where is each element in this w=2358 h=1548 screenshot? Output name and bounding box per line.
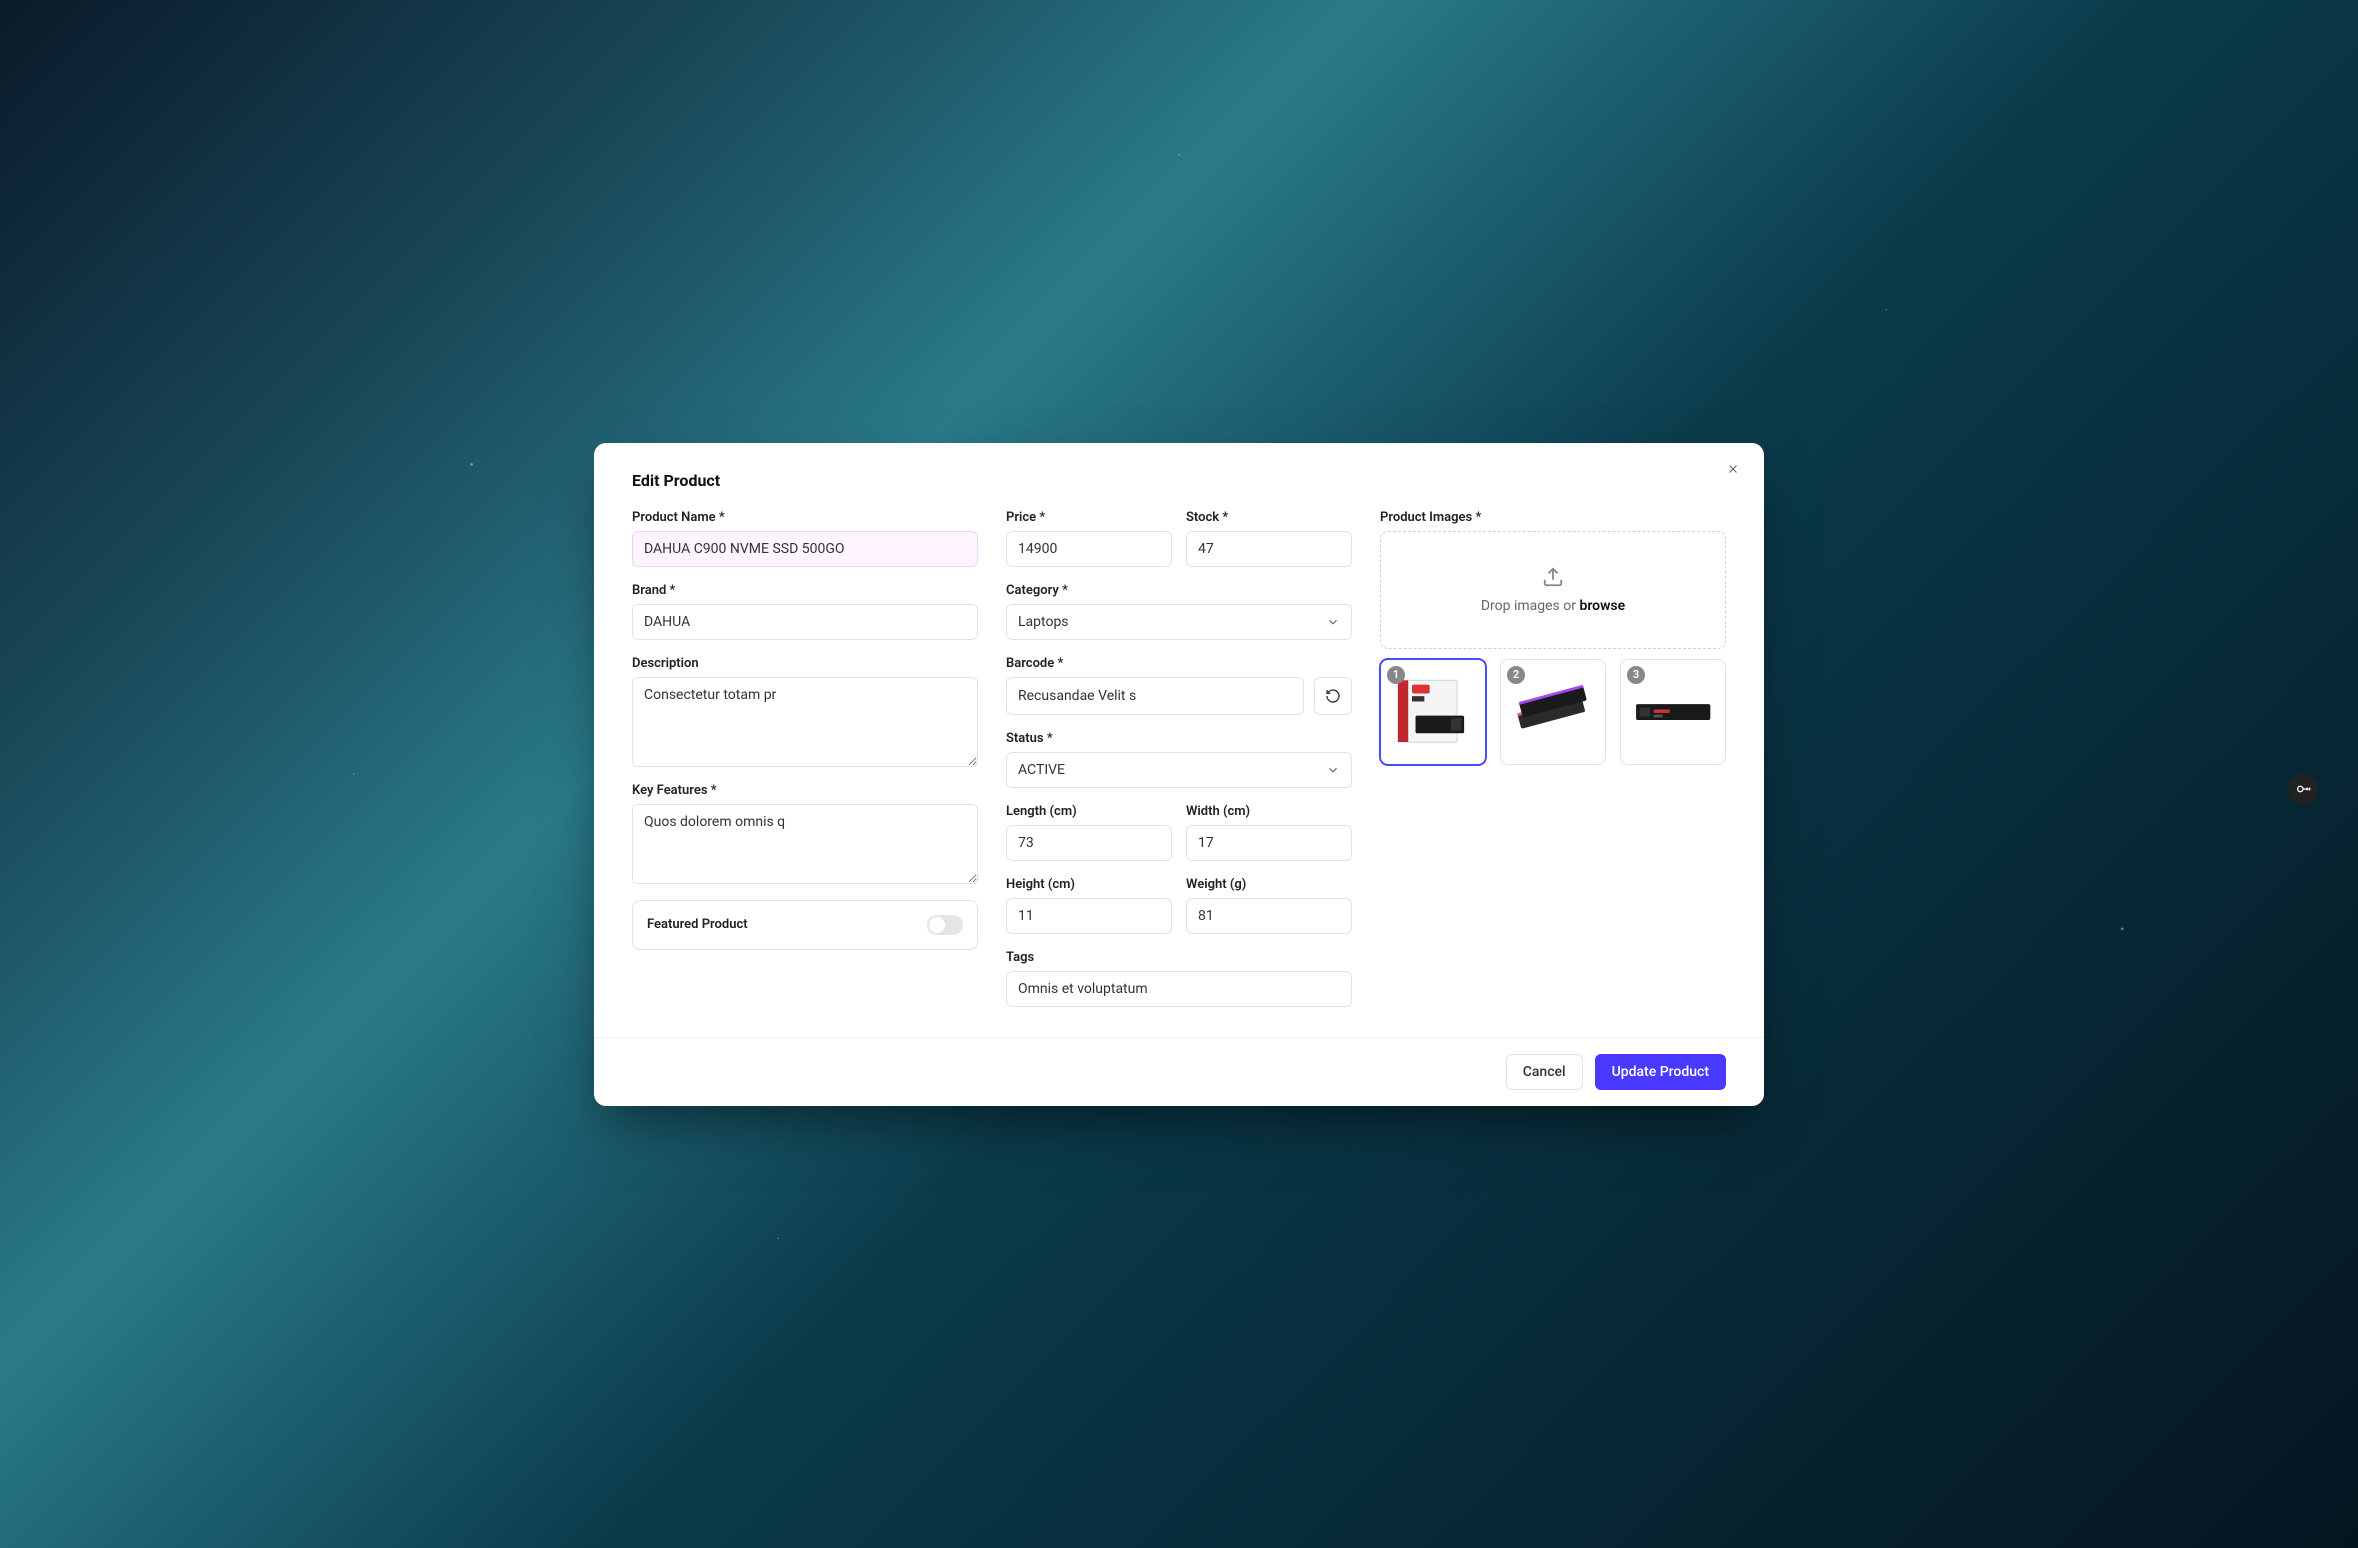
key-features-label: Key Features *: [632, 783, 978, 798]
length-label: Length (cm): [1006, 804, 1172, 819]
tags-input[interactable]: [1006, 971, 1352, 1007]
modal-header: Edit Product: [594, 443, 1764, 490]
key-icon: [2295, 781, 2311, 797]
weight-input[interactable]: [1186, 898, 1352, 934]
weight-label: Weight (g): [1186, 877, 1352, 892]
product-name-input[interactable]: [632, 531, 978, 567]
thumb-badge: 1: [1387, 666, 1405, 684]
page-title: Edit Product: [632, 471, 720, 490]
featured-toggle-card: Featured Product: [632, 900, 978, 950]
barcode-input[interactable]: [1006, 677, 1304, 715]
price-input[interactable]: [1006, 531, 1172, 567]
image-thumb[interactable]: 1: [1380, 659, 1486, 765]
image-thumb[interactable]: 3: [1620, 659, 1726, 765]
price-label: Price *: [1006, 510, 1172, 525]
description-textarea[interactable]: [632, 677, 978, 767]
width-input[interactable]: [1186, 825, 1352, 861]
image-dropzone[interactable]: Drop images or browse: [1380, 531, 1726, 649]
brand-label: Brand *: [632, 583, 978, 598]
close-icon: [1726, 462, 1740, 476]
tags-label: Tags: [1006, 950, 1352, 965]
featured-label: Featured Product: [647, 917, 748, 932]
product-name-label: Product Name *: [632, 510, 978, 525]
category-label: Category *: [1006, 583, 1352, 598]
status-select[interactable]: ACTIVE: [1006, 752, 1352, 788]
key-features-textarea[interactable]: [632, 804, 978, 884]
upload-icon: [1542, 566, 1564, 588]
stock-input[interactable]: [1186, 531, 1352, 567]
image-thumb[interactable]: 2: [1500, 659, 1606, 765]
floating-action-button[interactable]: [2288, 774, 2318, 804]
height-label: Height (cm): [1006, 877, 1172, 892]
height-input[interactable]: [1006, 898, 1172, 934]
close-button[interactable]: [1722, 457, 1744, 483]
modal-footer: Cancel Update Product: [594, 1037, 1764, 1106]
thumb-badge: 3: [1627, 666, 1645, 684]
regenerate-barcode-button[interactable]: [1314, 677, 1352, 715]
status-label: Status *: [1006, 731, 1352, 746]
edit-product-modal: Edit Product Product Name * Brand * Desc…: [594, 443, 1764, 1106]
featured-toggle[interactable]: [927, 915, 963, 935]
thumb-badge: 2: [1507, 666, 1525, 684]
barcode-label: Barcode *: [1006, 656, 1352, 671]
update-product-button[interactable]: Update Product: [1595, 1054, 1726, 1090]
width-label: Width (cm): [1186, 804, 1352, 819]
length-input[interactable]: [1006, 825, 1172, 861]
category-select[interactable]: Laptops: [1006, 604, 1352, 640]
brand-input[interactable]: [632, 604, 978, 640]
cancel-button[interactable]: Cancel: [1506, 1054, 1583, 1090]
images-label: Product Images *: [1380, 510, 1726, 525]
stock-label: Stock *: [1186, 510, 1352, 525]
refresh-icon: [1325, 688, 1341, 704]
description-label: Description: [632, 656, 978, 671]
dropzone-text: Drop images or browse: [1481, 598, 1625, 614]
